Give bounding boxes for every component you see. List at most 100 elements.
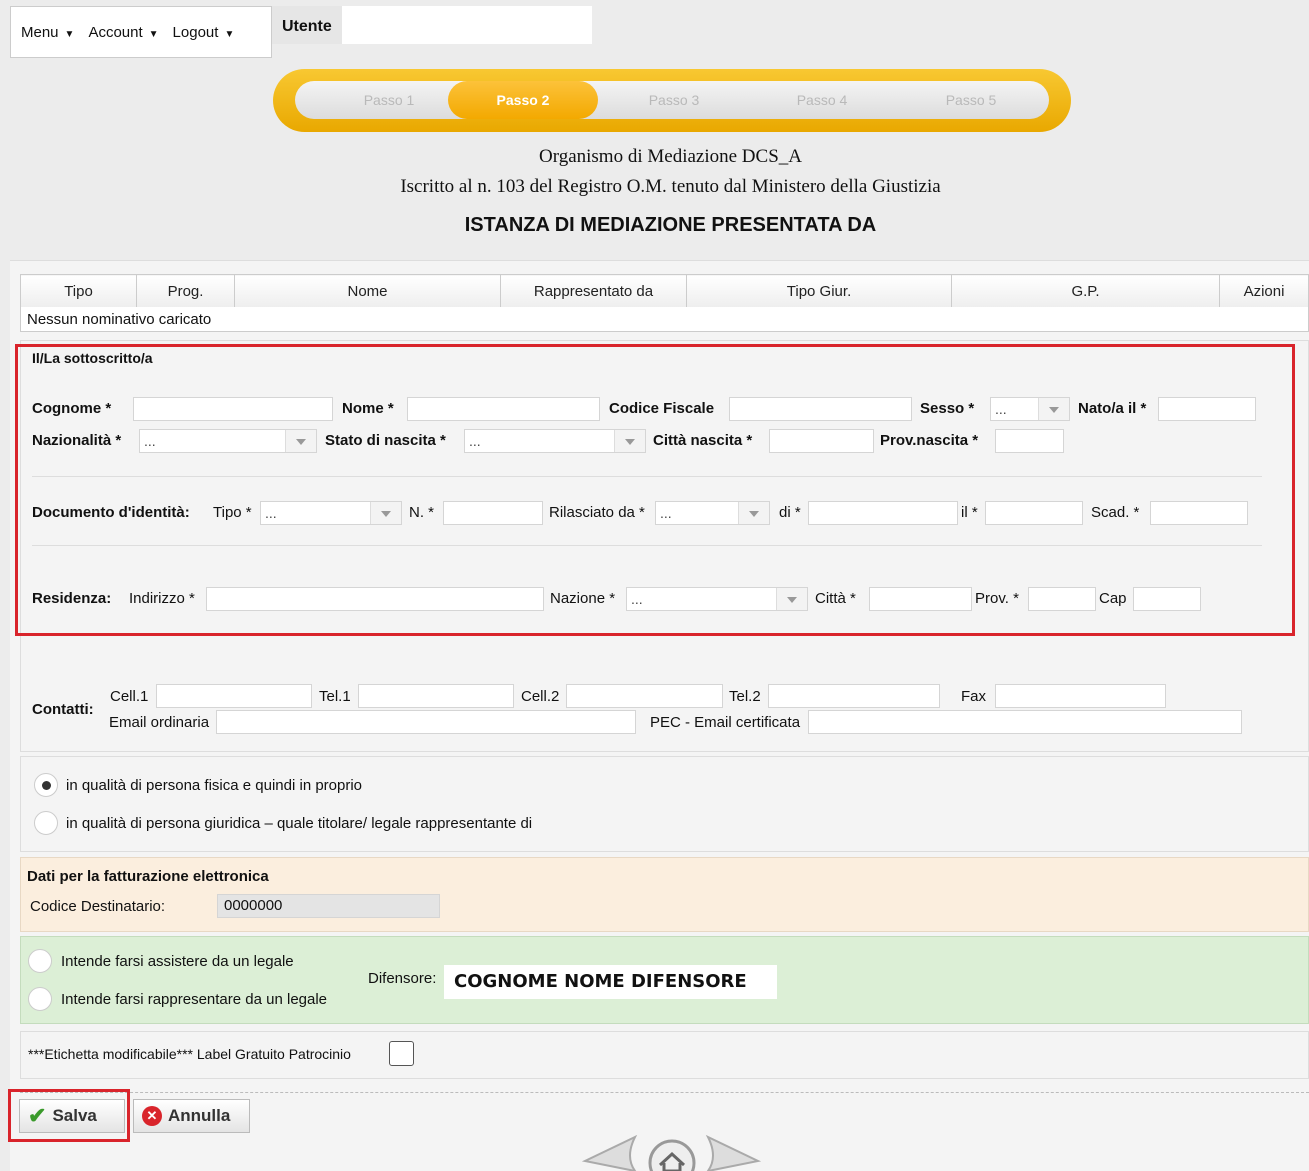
doc-numero-label: N. * (409, 504, 435, 521)
cell1-input[interactable] (156, 684, 312, 708)
select-value: ... (469, 433, 481, 449)
chevron-down-icon (749, 511, 759, 517)
citta-nascita-input[interactable] (769, 429, 874, 453)
logout-dropdown[interactable]: Logout ▼ (173, 24, 235, 41)
select-value: ... (631, 591, 643, 607)
codice-fiscale-input[interactable] (729, 397, 912, 421)
cognome-label: Cognome * (32, 400, 112, 417)
nazionalita-label: Nazionalità * (32, 432, 122, 449)
step-1[interactable]: Passo 1 (314, 81, 464, 119)
col-gp[interactable]: G.P. (951, 274, 1220, 308)
select-value: ... (144, 433, 156, 449)
col-tipo-giur[interactable]: Tipo Giur. (686, 274, 952, 308)
codice-destinatario-label: Codice Destinatario: (30, 898, 166, 915)
chevron-down-icon (625, 439, 635, 445)
prev-arrow-icon[interactable] (581, 1134, 638, 1171)
divider (32, 476, 1262, 477)
nazione-label: Nazione * (550, 590, 616, 607)
citta-nascita-label: Città nascita * (653, 432, 753, 449)
tel1-label: Tel.1 (319, 688, 351, 705)
doc-il-input[interactable] (985, 501, 1083, 525)
col-prog[interactable]: Prog. (136, 274, 235, 308)
doc-di-input[interactable] (808, 501, 958, 525)
menu-dropdown[interactable]: Menu ▼ (21, 24, 74, 41)
annulla-label: Annulla (168, 1106, 231, 1125)
pec-label: PEC - Email certificata (650, 714, 801, 731)
citta-input[interactable] (869, 587, 972, 611)
nato-label: Nato/a il * (1078, 400, 1147, 417)
qualita-section (20, 756, 1309, 852)
assistere-radio[interactable] (28, 949, 52, 973)
step-2-active[interactable]: Passo 2 (448, 81, 598, 119)
fax-label: Fax (961, 688, 987, 705)
menu-label: Menu (21, 23, 59, 41)
chevron-down-icon (381, 511, 391, 517)
persona-giuridica-label: in qualità di persona giuridica – quale … (66, 815, 533, 832)
annulla-button[interactable]: ✕ Annulla (133, 1099, 250, 1133)
rappresentare-label: Intende farsi rappresentare da un legale (61, 991, 328, 1008)
cell2-input[interactable] (566, 684, 723, 708)
persona-fisica-radio[interactable] (34, 773, 58, 797)
user-box: Utente (272, 6, 592, 44)
rilasciato-select[interactable]: ... (655, 501, 770, 525)
data-nascita-input[interactable] (1158, 397, 1256, 421)
chevron-down-icon (296, 439, 306, 445)
residenza-label: Residenza: (32, 590, 112, 607)
gratuito-label: ***Etichetta modificabile*** Label Gratu… (28, 1046, 351, 1062)
scad-input[interactable] (1150, 501, 1248, 525)
next-arrow-icon[interactable] (705, 1134, 762, 1171)
col-azioni[interactable]: Azioni (1219, 274, 1309, 308)
gratuito-checkbox[interactable] (389, 1041, 414, 1066)
stato-nascita-select[interactable]: ... (464, 429, 646, 453)
codice-destinatario-input[interactable]: 0000000 (217, 894, 440, 918)
cell2-label: Cell.2 (521, 688, 560, 705)
caret-down-icon: ▼ (64, 28, 75, 40)
step-4[interactable]: Passo 4 (747, 81, 897, 119)
persona-giuridica-radio[interactable] (34, 811, 58, 835)
account-dropdown[interactable]: Account ▼ (88, 24, 158, 41)
tel1-input[interactable] (358, 684, 514, 708)
fax-input[interactable] (995, 684, 1166, 708)
indirizzo-input[interactable] (206, 587, 544, 611)
cancel-icon: ✕ (142, 1106, 162, 1126)
home-icon[interactable] (648, 1139, 696, 1171)
divider (32, 545, 1262, 546)
step-5[interactable]: Passo 5 (896, 81, 1046, 119)
rappresentare-radio[interactable] (28, 987, 52, 1011)
citta-label: Città * (815, 590, 856, 607)
documento-label: Documento d'identità: (32, 504, 190, 521)
email-label: Email ordinaria (109, 714, 210, 731)
sesso-select[interactable]: ... (990, 397, 1070, 421)
doc-tipo-label: Tipo * (213, 504, 252, 521)
stepper-track: Passo 1 Passo 2 Passo 3 Passo 4 Passo 5 (295, 81, 1049, 119)
nome-input[interactable] (407, 397, 600, 421)
step-3[interactable]: Passo 3 (599, 81, 749, 119)
tel2-label: Tel.2 (729, 688, 761, 705)
scad-label: Scad. * (1091, 504, 1140, 521)
nazione-select[interactable]: ... (626, 587, 808, 611)
prov-nascita-input[interactable] (995, 429, 1064, 453)
col-rappresentato[interactable]: Rappresentato da (500, 274, 687, 308)
logout-label: Logout (172, 23, 219, 41)
col-nome[interactable]: Nome (234, 274, 501, 308)
prov-input[interactable] (1028, 587, 1096, 611)
doc-tipo-select[interactable]: ... (260, 501, 402, 525)
chevron-down-icon (1049, 407, 1059, 413)
caret-down-icon: ▼ (224, 28, 235, 40)
indirizzo-label: Indirizzo * (129, 590, 195, 607)
top-menubar: Menu ▼ Account ▼ Logout ▼ (10, 6, 272, 58)
tel2-input[interactable] (768, 684, 940, 708)
cognome-input[interactable] (133, 397, 333, 421)
organismo-title: Organismo di Mediazione DCS_A (539, 146, 802, 167)
pec-input[interactable] (808, 710, 1242, 734)
persona-fisica-label: in qualità di persona fisica e quindi in… (66, 777, 363, 794)
col-tipo[interactable]: Tipo (20, 274, 137, 308)
doc-numero-input[interactable] (443, 501, 543, 525)
cap-input[interactable] (1133, 587, 1201, 611)
difensore-field[interactable]: COGNOME NOME DIFENSORE (444, 965, 777, 999)
nazionalita-select[interactable]: ... (139, 429, 317, 453)
email-input[interactable] (216, 710, 636, 734)
contatti-label: Contatti: (32, 701, 94, 718)
empty-table-message: Nessun nominativo caricato (20, 307, 1309, 332)
wizard-stepper: Passo 1 Passo 2 Passo 3 Passo 4 Passo 5 (273, 69, 1071, 132)
